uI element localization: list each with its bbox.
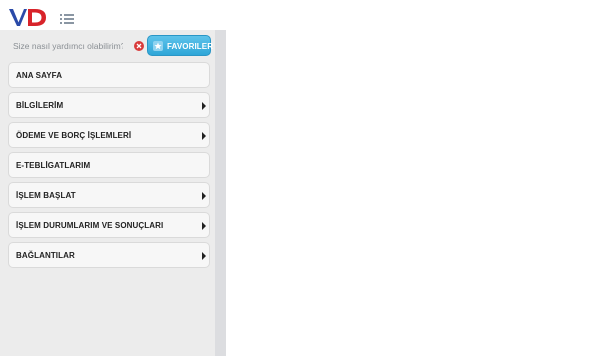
search-row: FAVORILER bbox=[8, 34, 215, 58]
sidebar-item-bilgilerim[interactable]: BİLGİLERİM bbox=[8, 92, 210, 118]
sidebar-item-label: BAĞLANTILAR bbox=[16, 251, 75, 260]
main-content bbox=[226, 30, 600, 356]
sidebar-scrollbar[interactable] bbox=[215, 30, 226, 356]
favorites-button[interactable]: FAVORILER bbox=[147, 35, 214, 56]
sidebar-item-label: İŞLEM BAŞLAT bbox=[16, 191, 76, 200]
sidebar-item-odeme-borc[interactable]: ÖDEME VE BORÇ İŞLEMLERİ bbox=[8, 122, 210, 148]
chevron-right-icon bbox=[202, 102, 206, 110]
sidebar-item-label: İŞLEM DURUMLARIM VE SONUÇLARI bbox=[16, 221, 164, 230]
chevron-right-icon bbox=[202, 222, 206, 230]
list-icon[interactable] bbox=[60, 11, 74, 24]
sidebar-item-label: ÖDEME VE BORÇ İŞLEMLERİ bbox=[16, 131, 132, 140]
sidebar-item-e-tebligat[interactable]: E-TEBLİGATLARIM bbox=[8, 152, 210, 178]
star-icon bbox=[153, 41, 163, 51]
sidebar-item-ana-sayfa[interactable]: ANA SAYFA bbox=[8, 62, 210, 88]
chevron-right-icon bbox=[202, 252, 206, 260]
sidebar-item-islem-durumlari[interactable]: İŞLEM DURUMLARIM VE SONUÇLARI bbox=[8, 212, 210, 238]
sidebar-item-label: E-TEBLİGATLARIM bbox=[16, 161, 91, 170]
sidebar-item-label: BİLGİLERİM bbox=[16, 101, 64, 110]
favorites-label: FAVORILER bbox=[167, 42, 214, 51]
sidebar-item-baglantilar[interactable]: BAĞLANTILAR bbox=[8, 242, 210, 268]
vd-logo[interactable] bbox=[8, 6, 50, 28]
sidebar-menu: ANA SAYFA BİLGİLERİM ÖDEME VE BORÇ İŞLEM… bbox=[8, 62, 210, 272]
search-input[interactable] bbox=[8, 34, 123, 58]
clear-icon[interactable] bbox=[134, 41, 144, 51]
chevron-right-icon bbox=[202, 192, 206, 200]
sidebar-item-islem-baslat[interactable]: İŞLEM BAŞLAT bbox=[8, 182, 210, 208]
sidebar-item-label: ANA SAYFA bbox=[16, 71, 63, 80]
top-bar bbox=[0, 0, 600, 30]
chevron-right-icon bbox=[202, 132, 206, 140]
sidebar: FAVORILER ANA SAYFA BİLGİLERİM ÖDEME VE … bbox=[0, 30, 226, 356]
